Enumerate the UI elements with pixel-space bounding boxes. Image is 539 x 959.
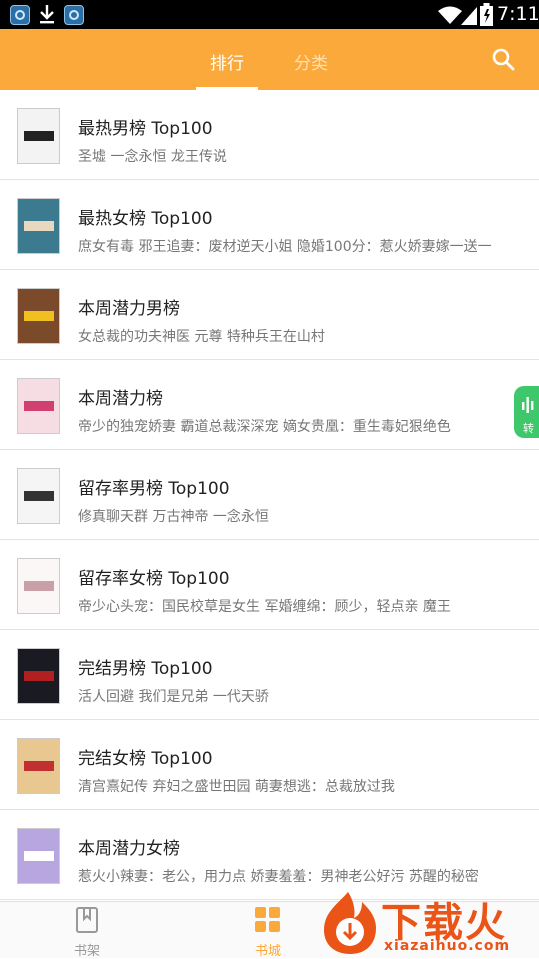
ranking-book-list: 修真聊天群 万古神帝 一念永恒 [78,509,269,525]
ranking-book-list: 庶女有毒 邪王追妻：废材逆天小姐 隐婚100分：惹火娇妻嫁一送一 [78,239,492,255]
watermark: 下载火 xiazaihuo.com [318,888,539,958]
download-icon [40,5,54,24]
ranking-row[interactable]: 本周潜力榜帝少的独宠娇妻 霸道总裁深深宠 嫡女贵凰：重生毒妃狠绝色 [0,360,539,450]
ranking-row[interactable]: 完结女榜 Top100 清宫熹妃传 弃妇之盛世田园 萌妻想逃：总裁放过我 [0,720,539,810]
ranking-title: 最热男榜 Top100 [78,119,213,139]
top-bar: 排行 分类 [0,29,539,90]
ranking-row[interactable]: 最热女榜 Top100 庶女有毒 邪王追妻：废材逆天小姐 隐婚100分：惹火娇妻嫁… [0,180,539,270]
floating-side-button[interactable]: 转 [514,386,539,438]
ranking-title: 完结女榜 Top100 [78,749,213,769]
search-icon[interactable] [491,47,515,71]
signal-icon [461,7,477,25]
cover-accent [24,581,54,591]
cover-accent [24,761,54,771]
battery-icon [480,3,493,26]
cover-accent [24,131,54,141]
ranking-book-list: 惹火小辣妻：老公，用力点 娇妻羞羞：男神老公好污 苏醒的秘密 [78,869,479,885]
nav-bookstore-label: 书城 [254,944,281,959]
nav-bookshelf-label: 书架 [74,944,101,959]
cover-accent [24,401,54,411]
book-cover-thumbnail [17,108,60,164]
ranking-row[interactable]: 本周潜力女榜惹火小辣妻：老公，用力点 娇妻羞羞：男神老公好污 苏醒的秘密 [0,810,539,900]
watermark-domain: xiazaihuo.com [384,938,511,954]
ranking-book-list: 帝少的独宠娇妻 霸道总裁深深宠 嫡女贵凰：重生毒妃狠绝色 [78,419,451,435]
ranking-title: 本周潜力榜 [78,389,163,409]
app-notification-icon [10,5,30,25]
status-time: 7:11 [497,3,539,25]
book-cover-thumbnail [17,468,60,524]
bookstore-grid-icon [255,907,280,932]
ranking-row[interactable]: 完结男榜 Top100 活人回避 我们是兄弟 一代天骄 [0,630,539,720]
ranking-title: 本周潜力男榜 [78,299,180,319]
book-cover-thumbnail [17,198,60,254]
ranking-title: 本周潜力女榜 [78,839,180,859]
cover-accent [24,221,54,231]
ranking-row[interactable]: 留存率女榜 Top100 帝少心头宠：国民校草是女生 军婚缠绵：顾少，轻点亲 魔王 [0,540,539,630]
ranking-row[interactable]: 本周潜力男榜女总裁的功夫神医 元尊 特种兵王在山村 [0,270,539,360]
ranking-title: 完结男榜 Top100 [78,659,213,679]
ranking-list: 最热男榜 Top100 圣墟 一念永恒 龙王传说最热女榜 Top100 庶女有毒 邪… [0,90,539,900]
ranking-book-list: 清宫熹妃传 弃妇之盛世田园 萌妻想逃：总裁放过我 [78,779,395,795]
nav-bookshelf[interactable]: 书架 [74,906,100,959]
book-cover-thumbnail [17,648,60,704]
status-bar: 7:11 [0,0,539,29]
bookshelf-icon [76,907,98,933]
wifi-icon [438,6,462,24]
cover-accent [24,311,54,321]
book-cover-thumbnail [17,378,60,434]
tab-rankings[interactable]: 排行 [210,49,244,74]
tab-categories[interactable]: 分类 [294,49,328,74]
book-cover-thumbnail [17,558,60,614]
book-cover-thumbnail [17,288,60,344]
ranking-book-list: 活人回避 我们是兄弟 一代天骄 [78,689,269,705]
cover-accent [24,851,54,861]
ranking-row[interactable]: 留存率男榜 Top100 修真聊天群 万古神帝 一念永恒 [0,450,539,540]
app-notification-icon [64,5,84,25]
audio-bars-icon [522,397,534,413]
cover-accent [24,671,54,681]
ranking-book-list: 女总裁的功夫神医 元尊 特种兵王在山村 [78,329,325,345]
book-cover-thumbnail [17,828,60,884]
book-cover-thumbnail [17,738,60,794]
nav-bookstore[interactable]: 书城 [253,906,283,959]
ranking-title: 留存率女榜 Top100 [78,569,230,589]
ranking-title: 留存率男榜 Top100 [78,479,230,499]
cover-accent [24,491,54,501]
ranking-book-list: 帝少心头宠：国民校草是女生 军婚缠绵：顾少，轻点亲 魔王 [78,599,451,615]
flame-logo-icon [324,892,376,954]
ranking-row[interactable]: 最热男榜 Top100 圣墟 一念永恒 龙王传说 [0,90,539,180]
floating-button-label: 转 [523,422,534,435]
ranking-title: 最热女榜 Top100 [78,209,213,229]
ranking-book-list: 圣墟 一念永恒 龙王传说 [78,149,227,165]
